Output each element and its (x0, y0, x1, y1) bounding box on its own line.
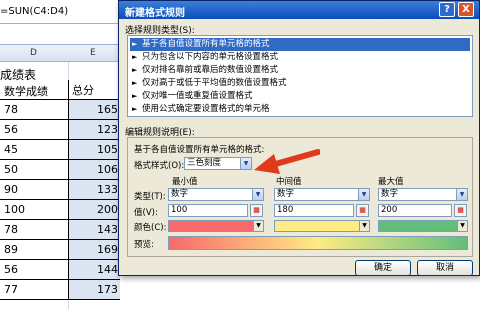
mid-type-select[interactable]: 数字 ▼ (274, 188, 370, 201)
triangle-right-icon: ► (132, 66, 138, 74)
rule-type-list[interactable]: ► 基于各自值设置所有单元格的格式 ► 只为包含以下内容的单元格设置格式 ► 仅对排名… (127, 35, 473, 117)
formula-text: =SUN(C4:D4) (0, 6, 69, 17)
mid-value-input[interactable]: 180 (274, 204, 354, 217)
cell-math[interactable]: 56 (4, 263, 18, 276)
cell-reference-icon[interactable]: ▦ (454, 204, 467, 217)
help-button[interactable]: ? (439, 2, 455, 17)
cell-math[interactable]: 90 (4, 183, 18, 196)
table-row: 78 143 (0, 220, 120, 240)
max-value-input[interactable]: 200 (378, 204, 452, 217)
cell-total[interactable]: 133 (97, 183, 118, 196)
min-type-select[interactable]: 数字 ▼ (168, 188, 264, 201)
cell-total[interactable]: 105 (97, 143, 118, 156)
dialog-titlebar[interactable]: 新建格式规则 ? X (119, 1, 479, 19)
triangle-right-icon: ► (132, 53, 138, 61)
table-row: 45 105 (0, 140, 120, 160)
dialog-title: 新建格式规则 (125, 8, 185, 19)
min-value-header: 最小值 (172, 177, 198, 187)
rule-type-item[interactable]: ► 仅对唯一值或重复值设置格式 (130, 90, 470, 103)
min-value-input[interactable]: 100 (168, 204, 248, 217)
close-button[interactable]: X (458, 2, 474, 17)
format-style-select[interactable]: 三色刻度 ▼ (184, 157, 252, 170)
cell-total[interactable]: 123 (97, 123, 118, 136)
triangle-right-icon: ► (132, 79, 138, 87)
rule-type-item[interactable]: ► 只为包含以下内容的单元格设置格式 (130, 51, 470, 64)
cell-math[interactable]: 45 (4, 143, 18, 156)
table-row: 50 106 (0, 160, 120, 180)
chevron-down-icon: ▼ (253, 221, 263, 231)
preview-label: 预览: (134, 240, 154, 250)
cell-math[interactable]: 56 (4, 123, 18, 136)
cell-total[interactable]: 169 (97, 243, 118, 256)
cell-math[interactable]: 50 (4, 163, 18, 176)
mid-color-picker[interactable]: ▼ (274, 220, 370, 232)
cell-total[interactable]: 143 (97, 223, 118, 236)
min-color-picker[interactable]: ▼ (168, 220, 264, 232)
rule-type-item[interactable]: ► 使用公式确定要设置格式的单元格 (130, 103, 470, 116)
max-type-select[interactable]: 数字 ▼ (378, 188, 468, 201)
cancel-button[interactable]: 取消 (417, 260, 473, 276)
table-row: 77 173 (0, 280, 120, 300)
red-arrow-annotation (254, 149, 320, 174)
chevron-down-icon: ▼ (359, 221, 369, 231)
chevron-down-icon: ▼ (252, 189, 263, 200)
table-row: 100 200 (0, 200, 120, 220)
column-header-e[interactable]: E (90, 48, 96, 58)
triangle-right-icon: ► (132, 105, 138, 113)
table-row: 89 169 (0, 240, 120, 260)
cell-math[interactable]: 78 (4, 103, 18, 116)
table-row: 90 133 (0, 180, 120, 200)
max-value-header: 最大值 (378, 177, 404, 187)
chevron-down-icon: ▼ (457, 221, 467, 231)
screen: =SUN(C4:D4) D E 成绩表 数学成绩 总分 78 165 56 123 … (0, 0, 480, 309)
cell-total[interactable]: 165 (97, 103, 118, 116)
rule-type-item[interactable]: ► 仅对高于或低于平均值的数值设置格式 (130, 77, 470, 90)
type-label: 类型(T): (134, 192, 166, 202)
cell-total[interactable]: 200 (97, 203, 118, 216)
cell-reference-icon[interactable]: ▦ (250, 204, 263, 217)
cell-math[interactable]: 77 (4, 283, 18, 296)
header-math[interactable]: 数学成绩 (4, 83, 48, 99)
cell-total[interactable]: 173 (97, 283, 118, 296)
table-header-row: 数学成绩 总分 (0, 80, 120, 100)
rule-type-item[interactable]: ► 仅对排名靠前或靠后的数值设置格式 (130, 64, 470, 77)
header-total[interactable]: 总分 (72, 82, 94, 98)
new-format-rule-dialog: 新建格式规则 ? X 选择规则类型(S): ► 基于各自值设置所有单元格的格式 ►… (118, 0, 480, 276)
color-label: 颜色(C): (134, 223, 167, 233)
rule-type-item[interactable]: ► 基于各自值设置所有单元格的格式 (130, 38, 470, 51)
value-label: 值(V): (134, 208, 158, 218)
triangle-right-icon: ► (132, 92, 138, 100)
cell-reference-icon[interactable]: ▦ (356, 204, 369, 217)
column-header-row: D E (0, 44, 120, 62)
max-color-picker[interactable]: ▼ (378, 220, 468, 232)
description-heading: 基于各自值设置所有单元格的格式: (134, 145, 265, 155)
chevron-down-icon: ▼ (456, 189, 467, 200)
formula-bar[interactable]: =SUN(C4:D4) (0, 0, 120, 24)
triangle-right-icon: ► (132, 40, 138, 48)
ok-button[interactable]: 确定 (355, 260, 411, 276)
table-row: 56 123 (0, 120, 120, 140)
cell-total[interactable]: 144 (97, 263, 118, 276)
table-row: 56 144 (0, 260, 120, 280)
chevron-down-icon: ▼ (358, 189, 369, 200)
column-header-d[interactable]: D (30, 48, 37, 58)
format-style-label: 格式样式(O): (134, 161, 185, 171)
table-row: 78 165 (0, 100, 120, 120)
cell-math[interactable]: 89 (4, 243, 18, 256)
cell-math[interactable]: 78 (4, 223, 18, 236)
cell-math[interactable]: 100 (4, 203, 25, 216)
color-scale-preview (168, 236, 468, 250)
cell-total[interactable]: 106 (97, 163, 118, 176)
